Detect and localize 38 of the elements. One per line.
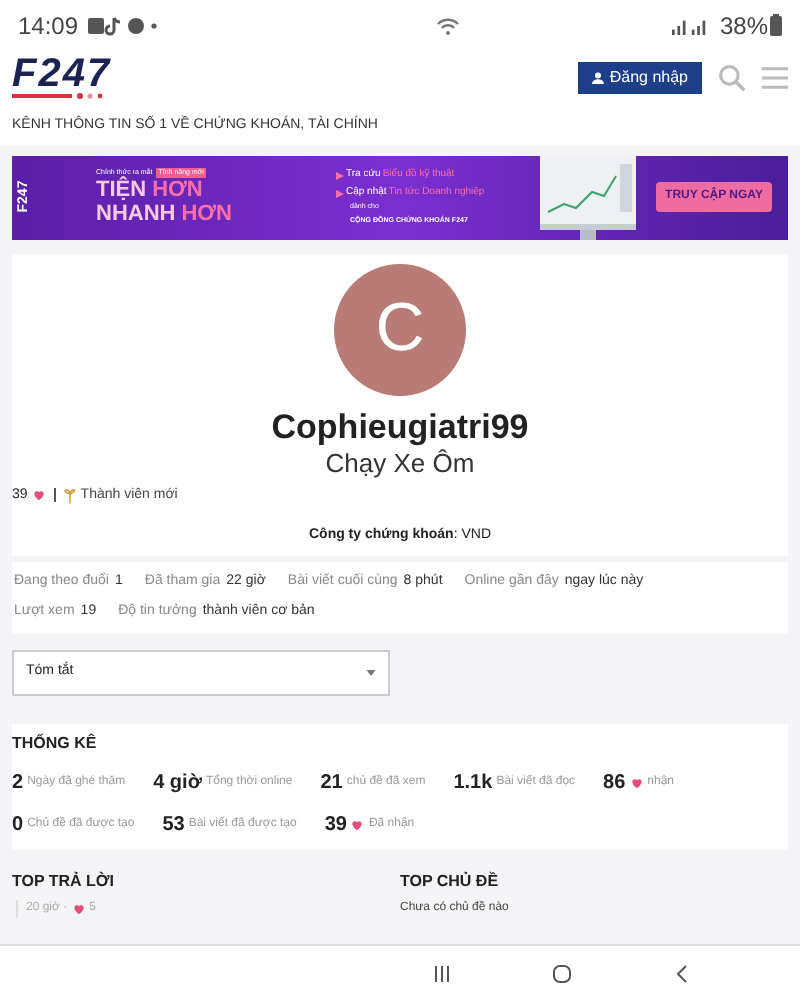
logo[interactable]: F247 <box>12 56 112 100</box>
login-button[interactable]: Đăng nhập <box>577 62 702 94</box>
wifi-icon <box>435 15 460 35</box>
stats-heading: THỐNG KÊ <box>12 731 99 755</box>
user-avatar: C <box>334 263 466 395</box>
play-icon <box>336 189 344 197</box>
stat-value: 53 <box>162 811 185 839</box>
stat-value: 86 <box>603 769 626 797</box>
heart-icon <box>31 488 46 503</box>
caret-icon <box>366 669 376 675</box>
play-icon <box>336 172 344 180</box>
battery-level: 38% <box>719 9 768 43</box>
top-topics-heading: TOP CHỦ ĐỀ <box>400 869 501 893</box>
home-icon[interactable] <box>552 963 572 983</box>
banner-headline: TIỆN HƠN <box>96 178 205 203</box>
recent-apps-icon[interactable] <box>432 963 452 983</box>
sprout-icon <box>64 487 77 504</box>
banner-headline: NHANH HƠN <box>96 202 235 227</box>
clock-time: 14:09 <box>18 9 79 43</box>
signal-icon <box>671 15 708 35</box>
heart-icon <box>71 901 86 915</box>
heart-icon <box>629 775 644 789</box>
back-icon[interactable] <box>672 963 692 983</box>
stat-value: 4 giờ <box>153 769 202 797</box>
top-replies-heading: TOP TRẢ LỜI <box>12 869 116 893</box>
stat-value: 21 <box>320 769 343 797</box>
monitor-chart-drawing <box>536 155 640 239</box>
user-icon <box>591 72 604 84</box>
username: Cophieugiatri99 <box>271 407 529 447</box>
user-title: Chạy Xe Ôm <box>325 447 475 479</box>
stat-value: 1.1k <box>453 769 493 797</box>
stat-value: 0 <box>12 811 24 839</box>
stat-value: 39 <box>324 811 347 839</box>
separator-bar <box>53 488 57 503</box>
stat-value: 2 <box>12 769 24 797</box>
heart-icon <box>350 817 365 831</box>
notification-icons <box>88 15 161 35</box>
battery-icon <box>770 14 782 36</box>
